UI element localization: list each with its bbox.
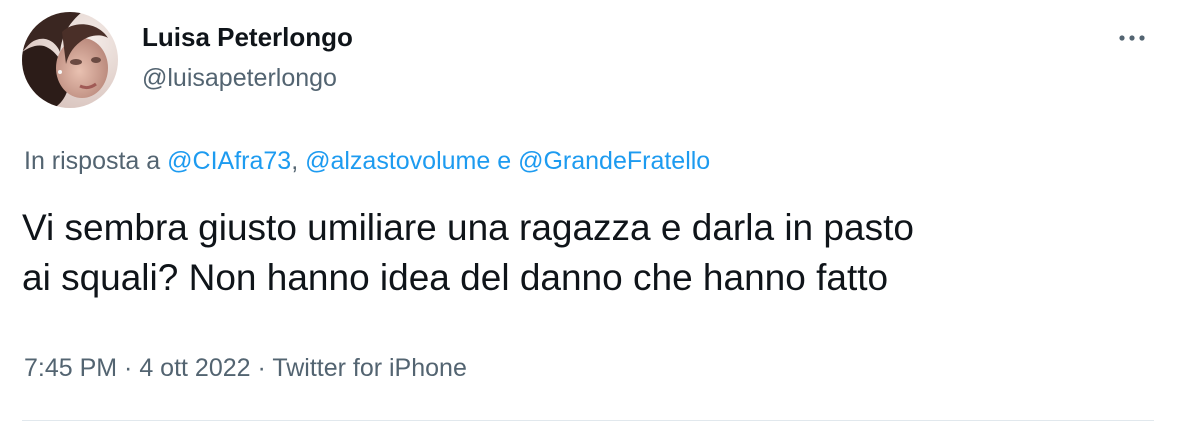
more-options-button[interactable] bbox=[1112, 26, 1152, 50]
avatar[interactable] bbox=[22, 12, 118, 108]
reply-context: In risposta a @CIAfra73, @alzastovolume … bbox=[24, 147, 710, 176]
author-handle[interactable]: @luisapeterlongo bbox=[142, 64, 337, 93]
mention-link[interactable]: @alzastovolume bbox=[305, 147, 490, 175]
tweet-text-line: ai squali? Non hanno idea del danno che … bbox=[22, 257, 889, 298]
tweet-timestamp[interactable]: 7:45 PM bbox=[24, 354, 117, 382]
tweet-text-line: Vi sembra giusto umiliare una ragazza e … bbox=[22, 207, 914, 248]
divider bbox=[22, 420, 1154, 421]
reply-separator: , bbox=[291, 147, 306, 175]
tweet-text: Vi sembra giusto umiliare una ragazza e … bbox=[22, 203, 1152, 303]
tweet-source[interactable]: Twitter for iPhone bbox=[272, 354, 467, 382]
reply-conjunction: e bbox=[490, 147, 519, 175]
more-horizontal-icon bbox=[1119, 35, 1145, 41]
reply-prefix: In risposta a bbox=[24, 147, 168, 175]
tweet-metadata: 7:45 PM · 4 ott 2022 · Twitter for iPhon… bbox=[24, 354, 467, 383]
tweet-date[interactable]: 4 ott 2022 bbox=[139, 354, 250, 382]
mention-link[interactable]: @CIAfra73 bbox=[167, 147, 291, 175]
avatar-photo bbox=[22, 12, 118, 108]
meta-separator: · bbox=[117, 354, 140, 382]
mention-link[interactable]: @GrandeFratello bbox=[518, 147, 710, 175]
meta-separator: · bbox=[250, 354, 273, 382]
author-display-name[interactable]: Luisa Peterlongo bbox=[142, 22, 353, 53]
